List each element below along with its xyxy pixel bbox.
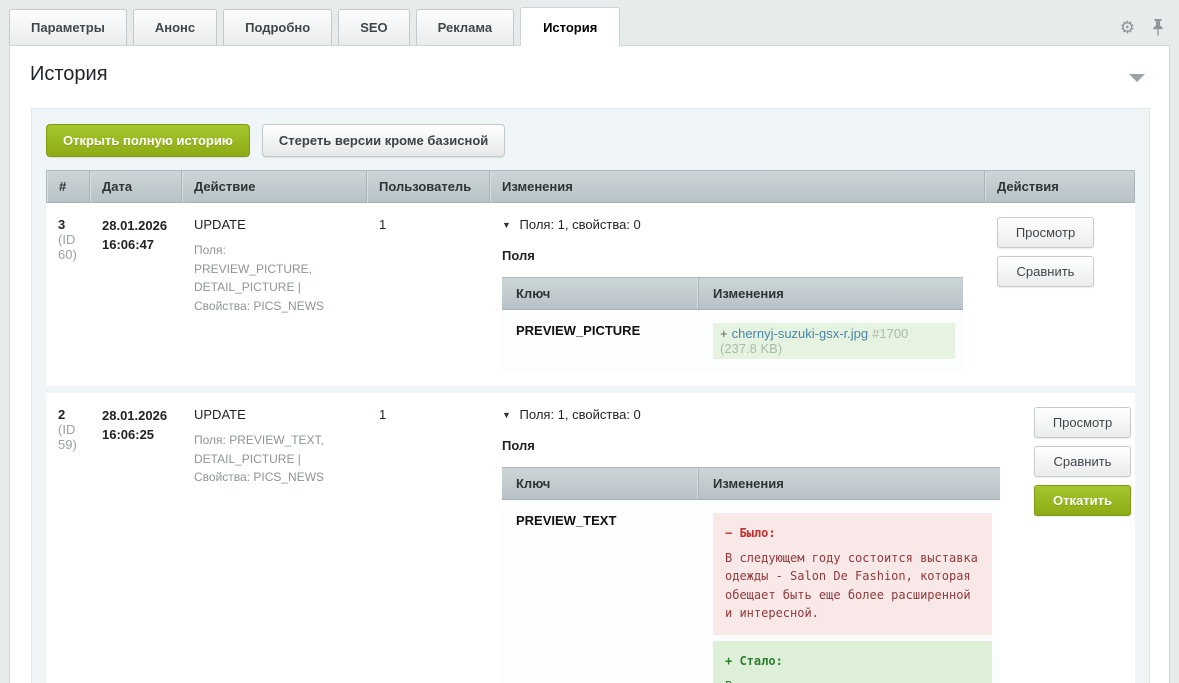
fields-table-row: PREVIEW_PICTURE + chernyj-suzuki-gsx-r.jp…: [502, 310, 963, 372]
version-number-cell: 3 (ID 60): [46, 203, 90, 386]
version-number: 3: [58, 217, 65, 232]
col-header-date: Дата: [90, 170, 182, 203]
fields-table-header: Ключ Изменения: [502, 467, 1000, 500]
erase-versions-button[interactable]: Стереть версии кроме базисной: [262, 124, 505, 157]
version-id: (ID 59): [58, 422, 77, 452]
rollback-button[interactable]: Откатить: [1034, 485, 1131, 516]
tab-announce[interactable]: Анонс: [133, 9, 217, 45]
row-actions-cell: Просмотр Сравнить Откатить: [1022, 393, 1172, 683]
tab-seo[interactable]: SEO: [338, 9, 409, 45]
table-header-row: # Дата Действие Пользователь Изменения Д…: [46, 170, 1135, 203]
fields-table-header: Ключ Изменения: [502, 277, 963, 310]
fields-table: Ключ Изменения PREVIEW_TEXT − Было: В сл…: [502, 467, 1000, 683]
key-column-header: Ключ: [502, 277, 699, 310]
changes-cell: ▼ Поля: 1, свойства: 0 Поля Ключ Изменен…: [490, 393, 1022, 683]
time-value: 16:06:25: [102, 426, 174, 445]
changes-summary-text: Поля: 1, свойства: 0: [520, 407, 641, 422]
col-header-user: Пользователь: [367, 170, 490, 203]
pin-icon[interactable]: [1151, 19, 1165, 36]
collapse-triangle-icon: ▼: [502, 220, 511, 230]
row-actions-cell: Просмотр Сравнить: [985, 203, 1135, 386]
changes-column-header: Изменения: [699, 467, 1000, 500]
table-row: 3 (ID 60) 28.01.2026 16:06:47 UPDATE Пол…: [46, 203, 1135, 386]
changes-summary-toggle[interactable]: ▼ Поля: 1, свойства: 0: [502, 217, 977, 232]
date-value: 28.01.2026: [102, 407, 174, 426]
key-column-header: Ключ: [502, 467, 699, 500]
history-toolbar: Открыть полную историю Стереть версии кр…: [46, 124, 1135, 157]
tab-details[interactable]: Подробно: [223, 9, 332, 45]
diff-removed-text: В следующем году состоится выставка одеж…: [725, 551, 978, 621]
field-key: PREVIEW_TEXT: [502, 500, 699, 683]
changes-summary-toggle[interactable]: ▼ Поля: 1, свойства: 0: [502, 407, 1014, 422]
date-cell: 28.01.2026 16:06:25: [90, 393, 182, 683]
added-file-chip: +chernyj-suzuki-gsx-r.jpg#1700 (237.8 KB…: [713, 323, 955, 359]
col-header-changes: Изменения: [490, 170, 985, 203]
field-change-value: − Было: В следующем году состоится выста…: [699, 500, 1000, 683]
col-header-action: Действие: [182, 170, 367, 203]
diff-removed-label: − Было:: [725, 524, 980, 543]
action-cell: UPDATE Поля: PREVIEW_TEXT, DETAIL_PICTUR…: [182, 393, 367, 683]
content-panel: История Открыть полную историю Стереть в…: [9, 45, 1170, 683]
plus-icon: +: [720, 326, 728, 341]
compare-button[interactable]: Сравнить: [997, 256, 1094, 287]
tab-advert[interactable]: Реклама: [416, 9, 514, 45]
tab-bar: Параметры Анонс Подробно SEO Реклама Ист…: [0, 0, 1179, 45]
changes-summary-text: Поля: 1, свойства: 0: [520, 217, 641, 232]
diff-removed-block: − Было: В следующем году состоится выста…: [713, 513, 992, 635]
diff-added-label: + Стало:: [725, 652, 980, 671]
action-details: Поля: PREVIEW_PICTURE, DETAIL_PICTURE | …: [194, 241, 359, 315]
window-controls: ⚙: [1120, 19, 1165, 36]
diff-added-text: В следующем году состоится выставка одеж…: [725, 679, 978, 683]
open-full-history-button[interactable]: Открыть полную историю: [46, 124, 250, 157]
col-header-num: #: [46, 170, 90, 203]
chevron-down-icon[interactable]: [1129, 74, 1145, 82]
gear-icon[interactable]: ⚙: [1120, 19, 1135, 36]
diff-added-block: + Стало: В следующем году состоится выст…: [713, 641, 992, 683]
action-type: UPDATE: [194, 217, 359, 232]
fields-table: Ключ Изменения PREVIEW_PICTURE + chernyj-…: [502, 277, 963, 372]
date-cell: 28.01.2026 16:06:47: [90, 203, 182, 386]
action-details: Поля: PREVIEW_TEXT, DETAIL_PICTURE | Сво…: [194, 431, 359, 487]
changes-column-header: Изменения: [699, 277, 963, 310]
fields-table-row: PREVIEW_TEXT − Было: В следующем году со…: [502, 500, 1000, 683]
col-header-actions: Действия: [985, 170, 1135, 203]
collapse-triangle-icon: ▼: [502, 410, 511, 420]
file-link[interactable]: chernyj-suzuki-gsx-r.jpg: [732, 326, 869, 341]
version-number-cell: 2 (ID 59): [46, 393, 90, 683]
changes-cell: ▼ Поля: 1, свойства: 0 Поля Ключ Изменен…: [490, 203, 985, 386]
table-row: 2 (ID 59) 28.01.2026 16:06:25 UPDATE Пол…: [46, 393, 1135, 683]
fields-section-title: Поля: [502, 248, 977, 263]
page-title: История: [30, 63, 1149, 86]
version-id: (ID 60): [58, 232, 77, 262]
field-change-value: +chernyj-suzuki-gsx-r.jpg#1700 (237.8 KB…: [699, 310, 963, 372]
view-button[interactable]: Просмотр: [1034, 407, 1131, 438]
history-table: # Дата Действие Пользователь Изменения Д…: [46, 170, 1135, 683]
panel-header: История: [10, 46, 1169, 100]
action-type: UPDATE: [194, 407, 359, 422]
tab-history[interactable]: История: [520, 7, 620, 46]
compare-button[interactable]: Сравнить: [1034, 446, 1131, 477]
user-cell: 1: [367, 393, 490, 683]
field-key: PREVIEW_PICTURE: [502, 310, 699, 372]
date-value: 28.01.2026: [102, 217, 174, 236]
tab-parameters[interactable]: Параметры: [9, 9, 127, 45]
history-container: Открыть полную историю Стереть версии кр…: [31, 108, 1150, 683]
fields-section-title: Поля: [502, 438, 1014, 453]
user-cell: 1: [367, 203, 490, 386]
version-number: 2: [58, 407, 65, 422]
time-value: 16:06:47: [102, 236, 174, 255]
view-button[interactable]: Просмотр: [997, 217, 1094, 248]
action-cell: UPDATE Поля: PREVIEW_PICTURE, DETAIL_PIC…: [182, 203, 367, 386]
